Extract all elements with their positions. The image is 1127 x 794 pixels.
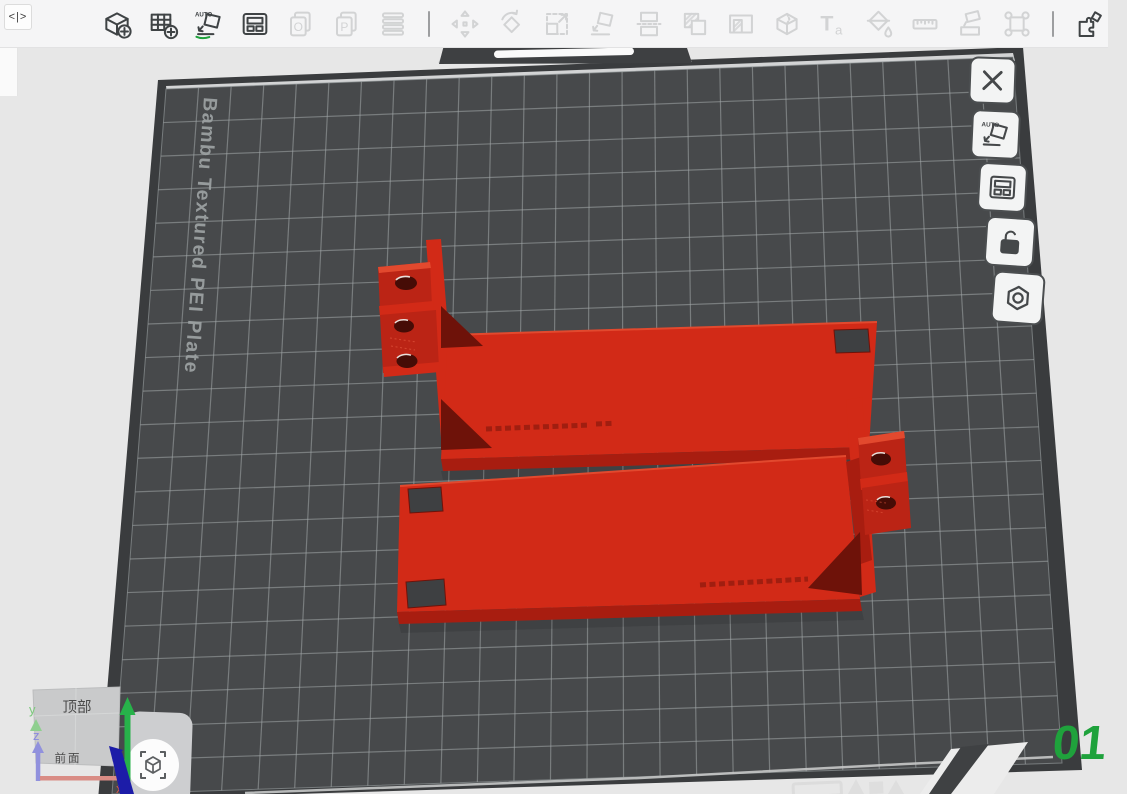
text-tool-icon: Ta [817,8,849,40]
axis-y-label: y [29,702,36,717]
close-icon [976,64,1008,96]
view-cube-front-label[interactable]: 前面 [55,751,82,765]
move-button [445,4,485,44]
model-cutout [834,329,870,353]
model-cutout [408,487,443,513]
scene-canvas: Bambu Textured PEI Plate [0,0,1127,794]
plate-number: 01 [1050,716,1109,770]
assemble-icon [1001,8,1033,40]
view-cube[interactable]: 顶部 前面 [33,687,120,766]
assembly-view-button[interactable] [1069,4,1109,44]
plate-settings-button[interactable] [990,270,1046,326]
measure-icon [909,8,941,40]
auto-orient-icon: AUTO [193,8,225,40]
svg-text:P: P [340,20,348,34]
assembly-view-icon [1073,8,1105,40]
lock-open-button[interactable] [983,215,1036,268]
arrange-button[interactable] [235,4,275,44]
split-to-parts-icon: P [331,8,363,40]
rotate-button [491,4,531,44]
move-icon [449,8,481,40]
lay-on-face-button [583,4,623,44]
axis-z-label: z [33,728,40,743]
support-painting-icon [955,8,987,40]
sidebar-toggle[interactable]: <|> [4,4,32,30]
auto-orient-plate-button[interactable]: AUTO [970,109,1021,160]
cut-icon [633,8,665,40]
rotate-icon [495,8,527,40]
measure-button [905,4,945,44]
view-cube-top-label[interactable]: 顶部 [63,699,92,716]
arrange-plate-icon [985,170,1020,205]
assemble-button [997,4,1037,44]
svg-text:O: O [294,20,303,34]
color-painting-icon [863,8,895,40]
toolbar-separator [1052,11,1054,37]
fix-model-button [767,4,807,44]
text-tool-button: Ta [813,4,853,44]
model-cutout [406,579,446,608]
lock-open-icon [992,224,1028,260]
plate-settings-icon [999,279,1038,318]
bambu-studio-3d-viewport: Bambu Textured PEI Plate [0,0,1127,794]
svg-text:a: a [835,22,843,37]
split-to-objects-icon: O [285,8,317,40]
add-object-icon [101,8,133,40]
cut-button [629,4,669,44]
mesh-boolean-icon [679,8,711,40]
negative-part-icon [725,8,757,40]
color-painting-button [859,4,899,44]
add-object-button[interactable] [97,4,137,44]
fix-model-icon [771,8,803,40]
lay-on-face-icon [587,8,619,40]
variable-layer-height-icon [377,8,409,40]
svg-text:T: T [820,11,833,35]
auto-orient-plate-icon: AUTO [978,117,1012,151]
variable-layer-height-button [373,4,413,44]
auto-orient-button[interactable]: AUTO [189,4,229,44]
scale-button [537,4,577,44]
toolbar-separator [428,11,430,37]
top-toolbar: AUTO O P Ta [0,0,1108,48]
split-to-parts-button: P [327,4,367,44]
negative-part-button [721,4,761,44]
close-button[interactable] [968,56,1017,105]
scale-icon [541,8,573,40]
mesh-boolean-button [675,4,715,44]
split-to-objects-button: O [281,4,321,44]
support-painting-button [951,4,991,44]
add-plate-button[interactable] [143,4,183,44]
arrange-plate-button[interactable] [977,162,1029,214]
locate-plate-button[interactable] [127,739,179,791]
add-plate-icon [147,8,179,40]
arrange-icon [239,8,271,40]
